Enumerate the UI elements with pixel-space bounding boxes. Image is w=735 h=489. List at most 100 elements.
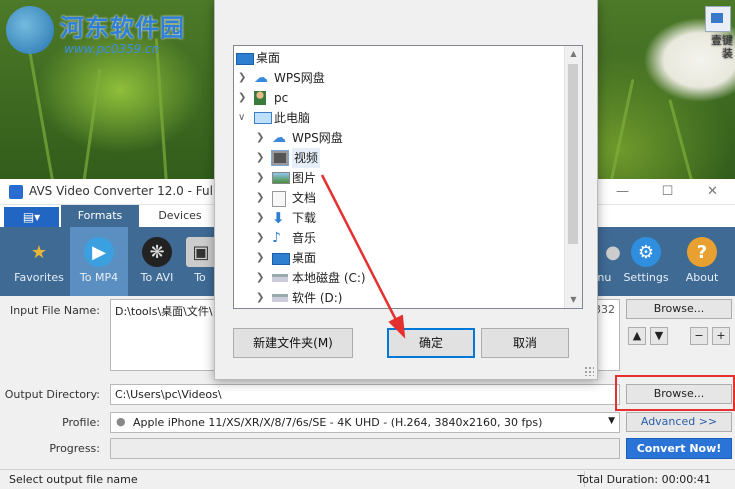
chevron-right-icon: ❯ — [238, 92, 247, 103]
progress-label: Progress: — [49, 442, 100, 455]
toolbar-label: To AVI — [140, 271, 174, 284]
close-button[interactable]: ✕ — [690, 179, 735, 204]
toolbar-label: Settings — [623, 271, 669, 284]
move-up-button[interactable]: ▲ — [628, 327, 646, 345]
main-menu-button[interactable]: ▤▾ — [4, 207, 59, 227]
chevron-right-icon: ❯ — [256, 272, 265, 283]
desktop-icon — [272, 253, 290, 265]
toolbar-label: Favorites — [14, 271, 64, 284]
advanced-button[interactable]: Advanced >> — [626, 412, 732, 432]
add-file-button[interactable]: + — [712, 327, 730, 345]
chevron-down-icon: ∨ — [238, 112, 246, 123]
watermark-title: 河东软件园 — [60, 13, 185, 42]
dvd-icon: ▣ — [186, 237, 214, 267]
input-browse-button[interactable]: Browse... — [626, 299, 732, 319]
profile-label: Profile: — [62, 416, 100, 429]
status-bar: Select output file name Total Duration: … — [0, 469, 735, 489]
tab-formats[interactable]: Formats — [61, 205, 139, 227]
menu-icon: ▤▾ — [22, 210, 41, 224]
scroll-down-icon[interactable]: ▼ — [565, 292, 582, 308]
toolbar-settings[interactable]: ⚙ Settings — [617, 227, 675, 297]
tree-node-label: 软件 (D:) — [292, 291, 343, 305]
output-directory-field[interactable]: C:\Users\pc\Videos\ — [110, 384, 620, 405]
move-down-button[interactable]: ▼ — [650, 327, 668, 345]
watermark: 河东软件园 www.pc0359.cn — [4, 2, 234, 66]
apple-icon: ● — [116, 415, 126, 428]
tree-node-label: 本地磁盘 (C:) — [292, 271, 366, 285]
video-folder-icon — [271, 150, 289, 166]
arrow-down-icon: ▼ — [654, 329, 664, 342]
pictures-folder-icon — [272, 172, 290, 184]
toolbar-about[interactable]: ? About — [673, 227, 731, 297]
highlight-box — [615, 375, 735, 411]
minus-icon: − — [694, 329, 704, 342]
star-icon: ★ — [30, 241, 48, 263]
maximize-button[interactable]: ☐ — [645, 179, 690, 204]
desktop-shortcut-label: 壹键装 — [711, 34, 733, 60]
chevron-right-icon: ❯ — [256, 172, 265, 183]
play-disc-icon: ▶ — [84, 237, 114, 267]
cloud-icon: ☁ — [272, 130, 286, 146]
watermark-url: www.pc0359.cn — [64, 42, 160, 56]
tree-node-label: WPS网盘 — [292, 131, 343, 145]
toolbar-label: About — [685, 271, 719, 284]
tab-devices[interactable]: Devices — [141, 205, 219, 227]
tree-node-label: WPS网盘 — [274, 71, 325, 85]
desktop-icon — [236, 53, 254, 65]
tree-node-label: 此电脑 — [274, 111, 311, 125]
input-file-path: D:\tools\桌面\文件\ — [115, 305, 213, 318]
tree-node-label: pc — [274, 91, 289, 105]
minimize-button[interactable]: — — [600, 179, 645, 204]
tree-node-label: 下载 — [292, 211, 317, 225]
toolbar-favorites[interactable]: ★ Favorites — [10, 227, 68, 297]
tree-node-label: 文档 — [292, 191, 317, 205]
browse-folder-dialog: 桌面 ❯ ☁ WPS网盘 ❯ pc ∨ 此电脑 ❯ ☁ WPS网盘 ❯ 视频 ❯ — [214, 0, 598, 380]
gear-icon: ⚙ — [631, 237, 661, 267]
profile-value: Apple iPhone 11/XS/XR/X/8/7/6s/SE - 4K U… — [133, 416, 543, 429]
app-icon — [9, 185, 23, 199]
resize-grip[interactable] — [584, 366, 594, 376]
ok-button[interactable]: 确定 — [387, 328, 475, 358]
arrow-up-icon: ▲ — [632, 329, 642, 342]
user-icon — [254, 91, 266, 105]
remove-file-button[interactable]: − — [690, 327, 708, 345]
cloud-icon: ☁ — [254, 70, 268, 86]
toolbar-to-avi[interactable]: ❋ To AVI — [128, 227, 186, 297]
chevron-right-icon: ❯ — [256, 152, 265, 163]
chevron-right-icon: ❯ — [256, 192, 265, 203]
chevron-right-icon: ❯ — [256, 252, 265, 263]
tree-node-label: 桌面 — [292, 251, 317, 265]
chevron-down-icon: ▼ — [608, 416, 615, 426]
shortcut-icon — [705, 6, 731, 32]
profile-select[interactable]: ● Apple iPhone 11/XS/XR/X/8/7/6s/SE - 4K… — [110, 412, 620, 433]
output-directory-label: Output Directory: — [4, 388, 100, 401]
convert-now-button[interactable]: Convert Now! — [626, 438, 732, 459]
tree-scrollbar[interactable]: ▲ ▼ — [564, 46, 582, 308]
plus-icon: + — [716, 329, 726, 342]
tree-node-label: 桌面 — [256, 51, 281, 65]
toolbar-to-dvd[interactable]: ▣ To — [186, 227, 214, 297]
drive-icon — [272, 294, 288, 302]
tree-node-label: 图片 — [292, 171, 317, 185]
chevron-right-icon: ❯ — [238, 72, 247, 83]
chevron-right-icon: ❯ — [256, 232, 265, 243]
scroll-thumb[interactable] — [568, 64, 578, 244]
question-icon: ? — [687, 237, 717, 267]
toolbar-label: To — [194, 271, 206, 284]
chevron-right-icon: ❯ — [256, 132, 265, 143]
tree-node-label: 视频 — [292, 148, 321, 168]
chevron-right-icon: ❯ — [256, 292, 265, 303]
new-folder-button[interactable]: 新建文件夹(M) — [233, 328, 353, 358]
toolbar-to-mp4[interactable]: ▶ To MP4 — [70, 227, 128, 297]
music-icon: ♪ — [272, 230, 281, 246]
folder-tree[interactable]: 桌面 ❯ ☁ WPS网盘 ❯ pc ∨ 此电脑 ❯ ☁ WPS网盘 ❯ 视频 ❯ — [233, 45, 583, 309]
cancel-button[interactable]: 取消 — [481, 328, 569, 358]
desktop-shortcut[interactable]: 壹键装 — [703, 6, 733, 60]
window-title: AVS Video Converter 12.0 - Full — [29, 184, 217, 198]
input-file-label: Input File Name: — [9, 304, 100, 317]
scroll-up-icon[interactable]: ▲ — [565, 46, 582, 62]
download-icon: ⬇ — [272, 209, 285, 227]
progress-bar — [110, 438, 620, 459]
documents-folder-icon — [272, 191, 286, 207]
chevron-right-icon: ❯ — [256, 212, 265, 223]
